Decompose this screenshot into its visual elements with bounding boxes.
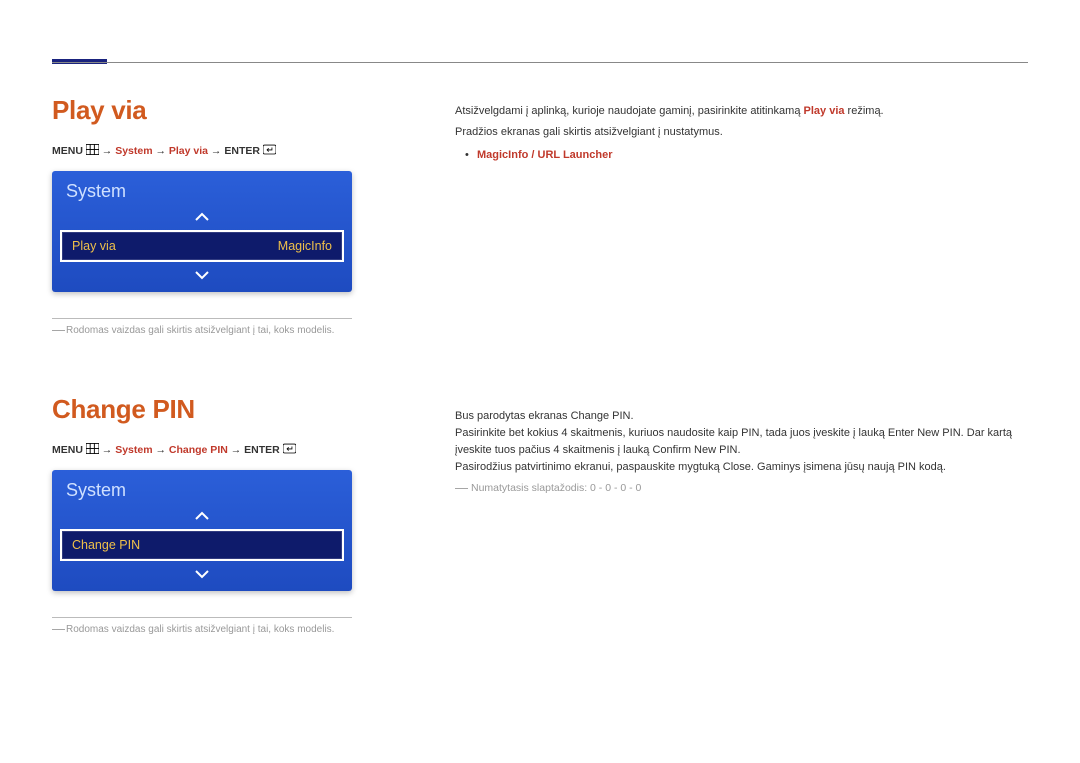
paragraph: Bus parodytas ekranas Change PIN. [455,408,1025,425]
paragraph: Pradžios ekranas gali skirtis atsižvelgi… [455,124,1025,141]
menu-path: MENU → System → Play via → ENTER [52,144,392,157]
footnote-separator [52,318,352,319]
highlight: Enter New PIN [888,427,961,439]
osd-title: System [52,470,352,507]
arrow: → [153,145,169,157]
osd-selected-row[interactable]: Play via MagicInfo [60,230,344,262]
enter-label: ENTER [224,145,260,157]
text: . [737,444,740,456]
osd-up-arrow-icon[interactable] [52,208,352,226]
osd-panel: System Change PIN [52,470,352,591]
section-change-pin: Change PIN MENU → System → Change PIN → … [52,394,392,635]
section-title: Change PIN [52,394,392,425]
highlight: Close [723,461,751,473]
default-password-note: Numatytasis slaptažodis: 0 - 0 - 0 - 0 [455,480,1025,496]
menu-label: MENU [52,145,83,157]
text: Bus parodytas ekranas [455,410,571,422]
menu-grid-icon [86,144,99,155]
arrow: → [208,145,224,157]
path-item: Play via [169,145,208,157]
paragraph: Atsižvelgdami į aplinką, kurioje naudoja… [455,103,1025,120]
osd-title: System [52,171,352,208]
model-footnote: Rodomas vaizdas gali skirtis atsižvelgia… [52,325,392,336]
enter-icon [263,144,276,155]
highlight: Confirm New PIN [652,444,737,456]
path-system: System [115,145,152,157]
header-rule [52,62,1028,63]
text: Atsižvelgdami į aplinką, kurioje naudoja… [455,105,804,117]
osd-up-arrow-icon[interactable] [52,507,352,525]
osd-panel: System Play via MagicInfo [52,171,352,292]
paragraph: Pasirodžius patvirtinimo ekranui, paspau… [455,459,1025,476]
text: Pasirodžius patvirtinimo ekranui, paspau… [455,461,723,473]
highlight: Change PIN [571,410,631,422]
osd-down-arrow-icon[interactable] [52,565,352,591]
osd-selected-row[interactable]: Change PIN [60,529,344,561]
bullet-item: MagicInfo / URL Launcher [455,147,1025,164]
body-play-via: Atsižvelgdami į aplinką, kurioje naudoja… [455,103,1025,164]
menu-path: MENU → System → Change PIN → ENTER [52,443,392,456]
enter-icon [283,443,296,454]
text: Pasirinkite bet kokius 4 skaitmenis, kur… [455,427,888,439]
arrow: → [102,444,115,456]
arrow: → [228,444,244,456]
osd-row-value: MagicInfo [278,239,332,253]
arrow: → [102,145,115,157]
osd-row-label: Change PIN [72,538,140,552]
text: . [631,410,634,422]
enter-label: ENTER [244,444,280,456]
path-system: System [115,444,152,456]
footnote-separator [52,617,352,618]
body-change-pin: Bus parodytas ekranas Change PIN. Pasiri… [455,408,1025,496]
section-play-via: Play via MENU → System → Play via → ENTE… [52,95,392,336]
menu-label: MENU [52,444,83,456]
arrow: → [153,444,169,456]
osd-down-arrow-icon[interactable] [52,266,352,292]
highlight: Play via [804,105,845,117]
model-footnote: Rodomas vaizdas gali skirtis atsižvelgia… [52,624,392,635]
osd-row-label: Play via [72,239,116,253]
text: režimą. [845,105,884,117]
section-title: Play via [52,95,392,126]
path-item: Change PIN [169,444,228,456]
text: . Gaminys įsimena jūsų naują PIN kodą. [751,461,946,473]
menu-grid-icon [86,443,99,454]
paragraph: Pasirinkite bet kokius 4 skaitmenis, kur… [455,425,1025,459]
option-list: MagicInfo / URL Launcher [477,149,612,161]
